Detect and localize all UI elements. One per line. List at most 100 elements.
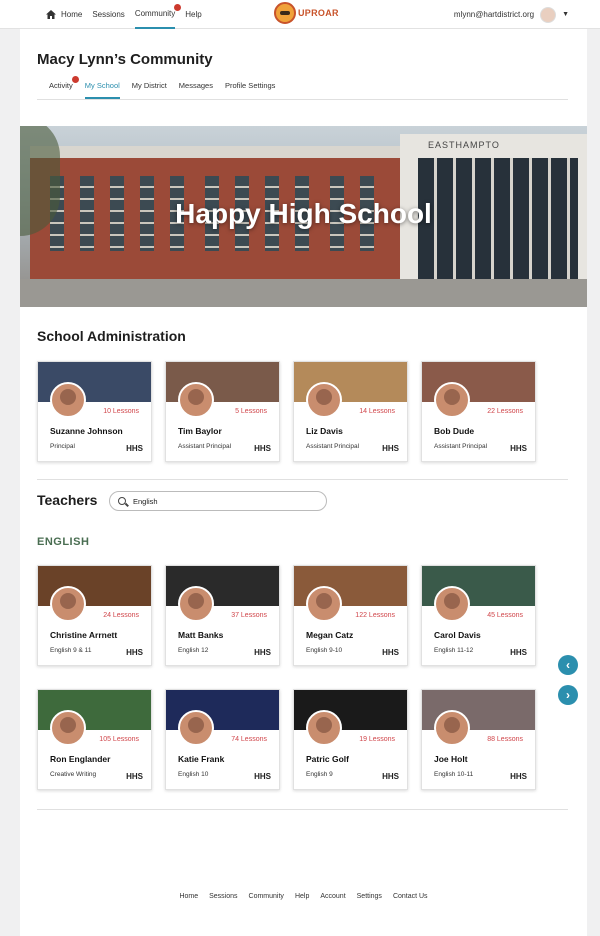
subject-heading: ENGLISH [37,536,90,548]
person-role: English 9-10 [306,647,343,654]
avatar [178,382,214,418]
notification-dot [71,76,79,83]
profile-card[interactable]: 45 Lessons Carol Davis English 11-12 HHS [421,565,536,666]
avatar [434,382,470,418]
person-role: Assistant Principal [306,443,360,450]
tab-activity[interactable]: Activity [49,76,79,99]
lesson-count: 74 Lessons [231,736,267,743]
person-name: Bob Dude [434,426,475,436]
avatar [50,586,86,622]
person-role: English 11-12 [434,647,474,654]
page-title: Macy Lynn’s Community [37,51,213,68]
school-code: HHS [510,772,527,781]
tab-my-district[interactable]: My District [132,81,167,99]
notification-dot [174,4,182,11]
profile-tabs: Activity My School My District Messages … [49,76,287,99]
nav-sessions[interactable]: Sessions [92,0,124,29]
footer-link-settings[interactable]: Settings [357,893,382,900]
profile-card[interactable]: 122 Lessons Megan Catz English 9-10 HHS [293,565,408,666]
school-code: HHS [254,648,271,657]
person-role: English 9 & 11 [50,647,92,654]
tab-profile-settings[interactable]: Profile Settings [225,81,275,99]
avatar [178,586,214,622]
nav-home[interactable]: Home [61,0,82,29]
lesson-count: 88 Lessons [487,736,523,743]
person-role: English 12 [178,647,209,654]
footer-link-home[interactable]: Home [179,893,198,900]
home-icon[interactable] [46,10,56,19]
prev-arrow-icon[interactable]: ‹ [558,655,578,675]
profile-card[interactable]: 14 Lessons Liz Davis Assistant Principal… [293,361,408,462]
footer-nav: Home Sessions Community Help Account Set… [20,893,587,900]
person-role: English 10 [178,771,209,778]
profile-card[interactable]: 37 Lessons Matt Banks English 12 HHS [165,565,280,666]
avatar [306,586,342,622]
person-role: English 9 [306,771,333,778]
lesson-count: 105 Lessons [99,736,139,743]
school-code: HHS [126,444,143,453]
profile-card[interactable]: 105 Lessons Ron Englander Creative Writi… [37,689,152,790]
app-logo[interactable]: UPROAR [274,2,339,24]
profile-card[interactable]: 10 Lessons Suzanne Johnson Principal HHS [37,361,152,462]
avatar [434,710,470,746]
school-name: Happy High School [175,198,432,229]
building-sign: EASTHAMPTO [428,140,500,150]
admin-cards: 10 Lessons Suzanne Johnson Principal HHS… [37,361,536,462]
person-role: Creative Writing [50,771,97,778]
school-code: HHS [254,444,271,453]
top-nav: Home Sessions Community Help [46,0,212,29]
lesson-count: 37 Lessons [231,612,267,619]
profile-card[interactable]: 24 Lessons Christine Arrnett English 9 &… [37,565,152,666]
next-arrow-icon[interactable]: › [558,685,578,705]
nav-community[interactable]: Community [134,0,182,29]
lesson-count: 45 Lessons [487,612,523,619]
school-code: HHS [510,648,527,657]
person-name: Christine Arrnett [50,630,118,640]
teacher-search-input[interactable]: English [109,491,327,511]
profile-card[interactable]: 88 Lessons Joe Holt English 10-11 HHS [421,689,536,790]
avatar [50,382,86,418]
school-code: HHS [126,772,143,781]
footer-link-account[interactable]: Account [320,893,345,900]
lesson-count: 5 Lessons [235,408,267,415]
school-code: HHS [510,444,527,453]
account-menu[interactable]: mlynn@hartdistrict.org ▼ [454,0,569,29]
lesson-count: 122 Lessons [355,612,395,619]
person-name: Matt Banks [178,630,224,640]
person-name: Ron Englander [50,754,111,764]
mascot-icon [274,2,296,24]
profile-card[interactable]: 19 Lessons Patric Golf English 9 HHS [293,689,408,790]
footer-link-help[interactable]: Help [295,893,309,900]
teacher-cards-row-1: 24 Lessons Christine Arrnett English 9 &… [37,565,536,666]
lesson-count: 10 Lessons [103,408,139,415]
divider [37,479,568,480]
divider [37,809,568,810]
search-value: English [133,496,158,506]
account-email: mlynn@hartdistrict.org [453,10,535,19]
chevron-down-icon[interactable]: ▼ [562,11,569,18]
profile-card[interactable]: 5 Lessons Tim Baylor Assistant Principal… [165,361,280,462]
logo-wordmark: UPROAR [298,8,339,18]
profile-card[interactable]: 22 Lessons Bob Dude Assistant Principal … [421,361,536,462]
footer-link-community[interactable]: Community [249,893,284,900]
main-content: Macy Lynn’s Community Activity My School… [20,29,587,936]
footer-link-contact-us[interactable]: Contact Us [393,893,428,900]
person-role: English 10-11 [434,771,474,778]
section-title-administration: School Administration [37,328,186,344]
person-name: Tim Baylor [178,426,222,436]
person-role: Principal [50,443,75,450]
tab-messages[interactable]: Messages [179,81,213,99]
school-hero-image: EASTHAMPTO Happy High School [20,126,587,307]
hero-ground [20,279,587,307]
section-title-teachers: Teachers [37,492,98,508]
person-role: Assistant Principal [178,443,232,450]
person-name: Joe Holt [434,754,468,764]
school-code: HHS [382,772,399,781]
tab-my-school[interactable]: My School [84,81,120,99]
avatar [306,382,342,418]
nav-help[interactable]: Help [185,0,201,29]
footer-link-sessions[interactable]: Sessions [209,893,237,900]
lesson-count: 22 Lessons [487,408,523,415]
profile-card[interactable]: 74 Lessons Katie Frank English 10 HHS [165,689,280,790]
avatar [50,710,86,746]
